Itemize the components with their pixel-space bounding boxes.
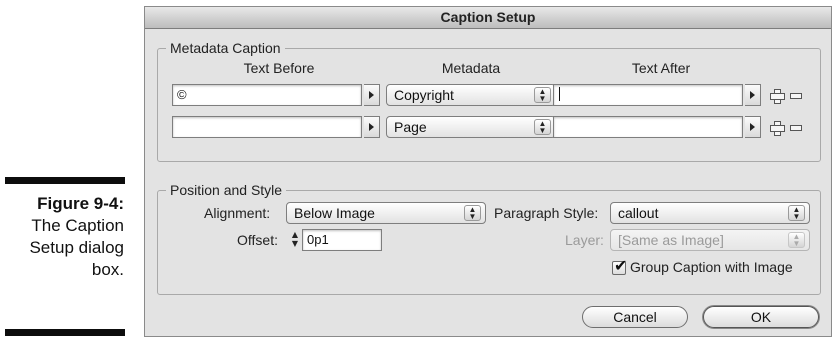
text-cursor [559,87,560,101]
ok-button[interactable]: OK [703,306,819,328]
layer-select[interactable]: [Same as Image] ▲ ▼ [610,229,810,251]
caption-setup-dialog: Caption Setup Metadata Caption Text Befo… [144,6,832,337]
add-row-plus-icon[interactable] [770,89,785,104]
metadata-select-1[interactable]: Copyright ▲ ▼ [386,84,556,106]
group-caption-label[interactable]: Group Caption with Image [630,259,793,275]
text-after-menu-button-2[interactable] [745,116,761,138]
figure-top-rule [5,177,125,184]
offset-label: Offset: [237,232,278,248]
paragraph-style-label: Paragraph Style: [494,205,599,221]
offset-field[interactable]: 0p1 [302,229,382,251]
dialog-title: Caption Setup [145,7,831,29]
add-row-plus-icon[interactable] [770,121,785,136]
play-triangle-icon [750,123,755,131]
up-down-chevron-icon: ▲ ▼ [534,87,551,103]
layer-label: Layer: [565,232,604,248]
alignment-label: Alignment: [204,205,271,221]
paragraph-style-select[interactable]: callout ▲ ▼ [610,202,810,224]
text-before-field-2[interactable] [172,116,362,138]
play-triangle-icon [369,123,374,131]
alignment-select-value: Below Image [294,205,375,221]
position-style-title: Position and Style [166,182,287,198]
play-triangle-icon [369,91,374,99]
metadata-caption-title: Metadata Caption [166,40,285,56]
metadata-header: Metadata [441,60,501,76]
up-down-chevron-icon: ▲ ▼ [788,205,805,221]
up-down-chevron-icon: ▲ ▼ [464,205,481,221]
text-after-menu-button-1[interactable] [745,84,761,106]
alignment-select[interactable]: Below Image ▲ ▼ [286,202,486,224]
text-after-header: Text After [631,60,691,76]
checkmark-icon: ✔ [614,256,628,275]
text-before-menu-button-2[interactable] [364,116,380,138]
position-style-group: Position and Style Alignment: Below Imag… [157,182,821,295]
metadata-select-value-1: Copyright [394,87,454,103]
paragraph-style-select-value: callout [618,205,659,221]
text-before-menu-button-1[interactable] [364,84,380,106]
text-before-value-1: © [177,87,187,102]
play-triangle-icon [750,91,755,99]
figure-description: The Caption Setup dialog box. [29,216,124,279]
remove-row-minus-icon[interactable] [790,93,802,99]
text-after-field-2[interactable] [553,116,743,138]
text-before-header: Text Before [243,60,315,76]
group-caption-checkbox[interactable]: ✔ [612,257,627,275]
text-before-field-1[interactable]: © [172,84,362,106]
metadata-select-2[interactable]: Page ▲ ▼ [386,116,556,138]
figure-caption: Figure 9-4: The Caption Setup dialog box… [0,193,124,281]
up-down-chevron-icon: ▲ ▼ [534,119,551,135]
up-down-chevron-icon: ▲ ▼ [788,232,805,248]
offset-spin-arrows-icon[interactable]: ▲ ▼ [290,230,300,250]
figure-bottom-rule [5,329,125,336]
metadata-select-value-2: Page [394,119,427,135]
metadata-caption-group: Metadata Caption Text Before Metadata Te… [157,40,821,162]
remove-row-minus-icon[interactable] [790,125,802,131]
cancel-button[interactable]: Cancel [582,306,688,328]
layer-select-value: [Same as Image] [618,232,724,248]
text-after-field-1[interactable] [553,84,743,106]
offset-value: 0p1 [307,232,329,247]
figure-number: Figure 9-4: [37,194,124,213]
